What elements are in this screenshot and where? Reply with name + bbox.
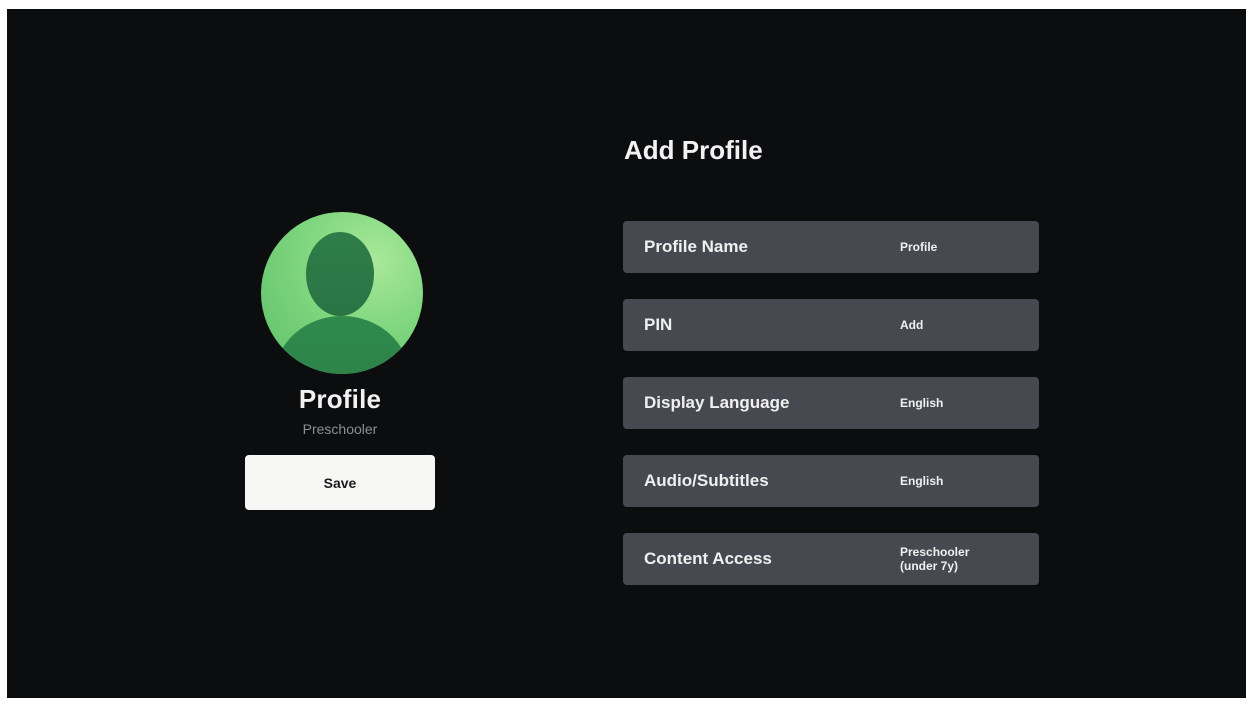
setting-label: PIN <box>644 315 673 334</box>
setting-display-language[interactable]: Display Language English <box>623 377 1039 429</box>
setting-label: Display Language <box>644 393 790 412</box>
setting-label: Content Access <box>644 549 772 568</box>
avatar-shoulders <box>275 316 409 374</box>
setting-label: Profile Name <box>644 237 748 256</box>
setting-content-access[interactable]: Content Access Preschooler (under 7y) <box>623 533 1039 585</box>
setting-value: Profile <box>900 240 938 254</box>
profile-type-display: Preschooler <box>302 421 378 437</box>
profile-preview: Profile Preschooler Save <box>243 212 437 516</box>
settings-list: Profile Name Profile PIN Add Display Lan… <box>623 221 1039 611</box>
profile-name-display: Profile <box>298 384 382 414</box>
setting-value: English <box>900 396 944 410</box>
setting-value: Preschooler (under 7y) <box>900 545 970 573</box>
tv-screen: Profile Preschooler Save Add Profile Pro… <box>7 9 1246 698</box>
setting-audio-subtitles[interactable]: Audio/Subtitles English <box>623 455 1039 507</box>
page-title: Add Profile <box>624 135 763 165</box>
setting-value: Add <box>900 318 924 332</box>
setting-label: Audio/Subtitles <box>644 471 769 490</box>
person-avatar-icon[interactable] <box>261 212 423 374</box>
setting-pin[interactable]: PIN Add <box>623 299 1039 351</box>
avatar-head <box>306 232 374 316</box>
setting-value: English <box>900 474 944 488</box>
setting-profile-name[interactable]: Profile Name Profile <box>623 221 1039 273</box>
save-button[interactable]: Save <box>245 455 435 510</box>
